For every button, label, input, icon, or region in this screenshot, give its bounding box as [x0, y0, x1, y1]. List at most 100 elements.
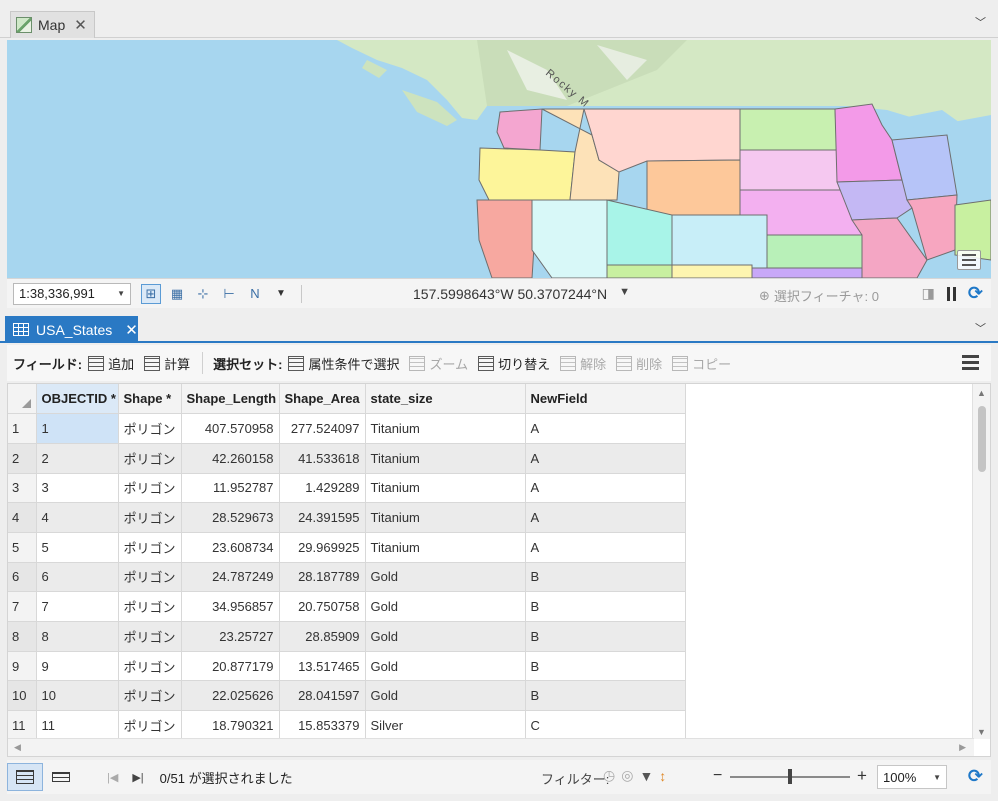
- cell-shape-length[interactable]: 22.025626: [181, 680, 280, 712]
- cell-shape-length[interactable]: 20.877179: [181, 651, 280, 682]
- next-record-icon[interactable]: ▶|: [132, 771, 143, 784]
- cell-objectid[interactable]: 8: [36, 621, 119, 652]
- cell-shape-area[interactable]: 29.969925: [279, 532, 366, 563]
- cell-shape-length[interactable]: 28.529673: [181, 502, 280, 533]
- selected-features[interactable]: ⊕ 選択フィーチャ: 0: [759, 286, 879, 305]
- cell-shape[interactable]: ポリゴン: [118, 562, 182, 593]
- table-row[interactable]: 1 1 ポリゴン 407.570958 277.524097 Titanium …: [8, 413, 686, 444]
- show-selected-records-button[interactable]: [43, 763, 79, 791]
- cell-shape-length[interactable]: 23.608734: [181, 532, 280, 563]
- vertical-scrollbar[interactable]: ▲ ▼: [972, 384, 990, 739]
- coordinates-readout[interactable]: 157.5998643°W 50.3707244°N ▼: [413, 286, 630, 302]
- map-view[interactable]: Rocky M: [7, 40, 991, 278]
- cell-objectid[interactable]: 11: [36, 710, 119, 741]
- row-number[interactable]: 1: [8, 413, 37, 444]
- switch-selection-button[interactable]: 切り替え: [478, 354, 550, 373]
- scroll-right-icon[interactable]: ▶: [959, 742, 966, 753]
- cell-objectid[interactable]: 5: [36, 532, 119, 563]
- close-icon[interactable]: ✕: [125, 321, 138, 339]
- table-row[interactable]: 4 4 ポリゴン 28.529673 24.391595 Titanium A: [8, 502, 686, 533]
- snapping-icon[interactable]: ⊢: [219, 284, 239, 304]
- row-number[interactable]: 5: [8, 532, 37, 563]
- cell-newfield[interactable]: C: [525, 710, 686, 741]
- refresh-icon[interactable]: ⟳: [968, 766, 983, 787]
- cell-state-size[interactable]: Titanium: [365, 443, 526, 474]
- grid-icon[interactable]: ▦: [167, 284, 187, 304]
- cell-shape-area[interactable]: 28.85909: [279, 621, 366, 652]
- row-number[interactable]: 9: [8, 651, 37, 682]
- cell-newfield[interactable]: B: [525, 680, 686, 712]
- layout-icon[interactable]: ◨: [922, 285, 935, 302]
- cell-newfield[interactable]: A: [525, 502, 686, 533]
- column-header-shape[interactable]: Shape *: [118, 384, 182, 415]
- chevron-down-icon[interactable]: ﹀: [975, 14, 986, 30]
- cell-shape-area[interactable]: 28.041597: [279, 680, 366, 712]
- cell-shape[interactable]: ポリゴン: [118, 413, 182, 444]
- cell-shape-area[interactable]: 41.533618: [279, 443, 366, 474]
- cell-shape[interactable]: ポリゴン: [118, 473, 182, 504]
- north-arrow-icon[interactable]: N: [245, 284, 265, 304]
- table-row[interactable]: 9 9 ポリゴン 20.877179 13.517465 Gold B: [8, 651, 686, 682]
- cell-objectid[interactable]: 3: [36, 473, 119, 504]
- cell-newfield[interactable]: B: [525, 591, 686, 622]
- cell-shape[interactable]: ポリゴン: [118, 443, 182, 474]
- table-row[interactable]: 7 7 ポリゴン 34.956857 20.750758 Gold B: [8, 591, 686, 622]
- cell-objectid[interactable]: 9: [36, 651, 119, 682]
- row-number[interactable]: 4: [8, 502, 37, 533]
- row-number[interactable]: 11: [8, 710, 37, 741]
- cell-shape-length[interactable]: 42.260158: [181, 443, 280, 474]
- column-header-shape-area[interactable]: Shape_Area: [279, 384, 366, 415]
- zoom-in-icon[interactable]: +: [857, 766, 867, 786]
- cell-state-size[interactable]: Gold: [365, 591, 526, 622]
- cell-shape-area[interactable]: 15.853379: [279, 710, 366, 741]
- cell-state-size[interactable]: Titanium: [365, 473, 526, 504]
- cell-shape-length[interactable]: 34.956857: [181, 591, 280, 622]
- cell-shape-area[interactable]: 28.187789: [279, 562, 366, 593]
- filter-icon[interactable]: ▼: [639, 768, 653, 784]
- pause-icon[interactable]: [946, 286, 956, 301]
- refresh-icon[interactable]: ⟳: [968, 283, 983, 304]
- cell-shape[interactable]: ポリゴン: [118, 502, 182, 533]
- cell-state-size[interactable]: Titanium: [365, 532, 526, 563]
- cell-newfield[interactable]: A: [525, 532, 686, 563]
- scroll-down-icon[interactable]: ▼: [977, 727, 986, 737]
- constraint-icon[interactable]: ⊹: [193, 284, 213, 304]
- column-header-objectid[interactable]: OBJECTID *: [36, 384, 119, 415]
- cell-shape[interactable]: ポリゴン: [118, 710, 182, 741]
- scroll-thumb[interactable]: [978, 406, 986, 472]
- cell-shape-length[interactable]: 24.787249: [181, 562, 280, 593]
- cell-objectid[interactable]: 1: [36, 413, 119, 444]
- cell-objectid[interactable]: 4: [36, 502, 119, 533]
- cell-state-size[interactable]: Gold: [365, 562, 526, 593]
- column-header-shape-length[interactable]: Shape_Length: [181, 384, 280, 415]
- table-row[interactable]: 6 6 ポリゴン 24.787249 28.187789 Gold B: [8, 562, 686, 593]
- cell-shape-length[interactable]: 23.25727: [181, 621, 280, 652]
- cell-shape[interactable]: ポリゴン: [118, 651, 182, 682]
- row-number[interactable]: 6: [8, 562, 37, 593]
- chevron-down-icon[interactable]: ▼: [271, 284, 291, 304]
- calculate-field-button[interactable]: 計算: [144, 354, 190, 373]
- column-header-state-size[interactable]: state_size: [365, 384, 526, 415]
- cell-shape-length[interactable]: 11.952787: [181, 473, 280, 504]
- zoom-out-icon[interactable]: −: [713, 767, 722, 785]
- scroll-up-icon[interactable]: ▲: [977, 388, 986, 398]
- table-row[interactable]: 3 3 ポリゴン 11.952787 1.429289 Titanium A: [8, 473, 686, 504]
- cell-newfield[interactable]: A: [525, 443, 686, 474]
- select-all-corner[interactable]: [8, 384, 37, 415]
- cell-state-size[interactable]: Silver: [365, 710, 526, 741]
- scale-dropdown[interactable]: 1:38,336,991 ▼: [13, 282, 131, 305]
- table-row[interactable]: 11 11 ポリゴン 18.790321 15.853379 Silver C: [8, 710, 686, 741]
- clear-selection-button[interactable]: 解除: [560, 354, 606, 373]
- cell-shape-area[interactable]: 1.429289: [279, 473, 366, 504]
- horizontal-scrollbar[interactable]: ◀ ▶: [8, 738, 974, 756]
- time-filter-icon[interactable]: ◷: [603, 767, 615, 784]
- cell-state-size[interactable]: Titanium: [365, 413, 526, 444]
- row-number[interactable]: 2: [8, 443, 37, 474]
- table-row[interactable]: 2 2 ポリゴン 42.260158 41.533618 Titanium A: [8, 443, 686, 474]
- scroll-left-icon[interactable]: ◀: [14, 742, 21, 753]
- table-row[interactable]: 10 10 ポリゴン 22.025626 28.041597 Gold B: [8, 680, 686, 712]
- cell-shape-area[interactable]: 13.517465: [279, 651, 366, 682]
- cell-newfield[interactable]: B: [525, 621, 686, 652]
- show-all-records-button[interactable]: [7, 763, 43, 791]
- add-field-button[interactable]: 追加: [88, 354, 134, 373]
